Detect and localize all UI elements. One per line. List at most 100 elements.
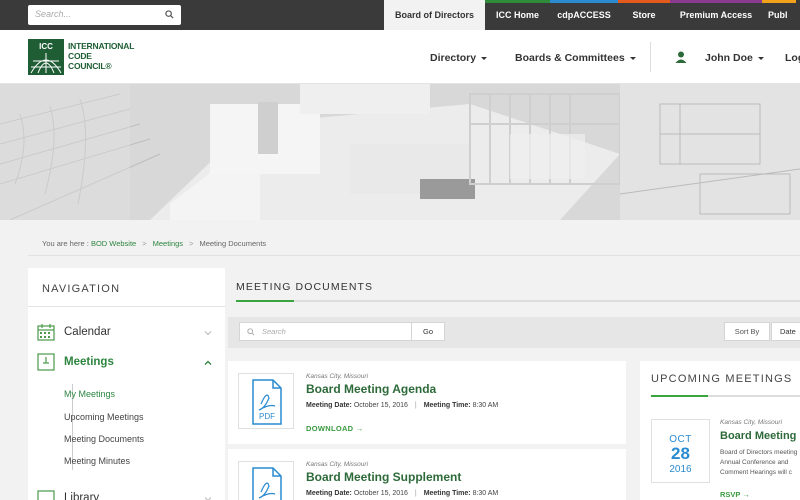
- meta-separator: |: [414, 490, 417, 497]
- breadcrumb-separator: >: [189, 239, 194, 248]
- toplink-board-of-directors[interactable]: Board of Directors: [384, 0, 485, 30]
- meetings-icon: [37, 353, 55, 371]
- toplink-icc-home[interactable]: ICC Home: [485, 0, 550, 30]
- icc-logo-text: INTERNATIONAL CODE COUNCIL®: [68, 41, 134, 71]
- document-title-link[interactable]: Board Meeting Supplement: [306, 470, 461, 484]
- toplink-store[interactable]: Store: [618, 0, 670, 30]
- documents-search-input[interactable]: Search: [239, 322, 412, 341]
- chevron-up-icon[interactable]: [204, 359, 212, 367]
- sort-select[interactable]: Date: [771, 322, 800, 341]
- toplink-label: ICC Home: [495, 10, 539, 20]
- toplink-label: Store: [632, 10, 656, 20]
- global-search-placeholder: Search...: [35, 9, 72, 19]
- chevron-down-icon[interactable]: [204, 495, 212, 500]
- nav-directory[interactable]: Directory: [430, 52, 488, 64]
- toplink-stripe: [485, 0, 550, 3]
- meeting-time-label: Meeting Time:: [423, 490, 471, 497]
- site-header: ICC INTERNATIONAL CODE COUNCIL® Director…: [0, 30, 800, 84]
- toplink-stripe: [384, 0, 485, 3]
- sidebar-subitem-upcoming-meetings[interactable]: Upcoming Meetings: [64, 412, 144, 422]
- event-date-badge: OCT 28 2016: [651, 419, 710, 483]
- documents-search-placeholder: Search: [262, 327, 286, 336]
- sidebar-subitem-meeting-minutes[interactable]: Meeting Minutes: [64, 456, 130, 466]
- toplink-stripe: [670, 0, 762, 3]
- event-title-link[interactable]: Board Meeting: [720, 430, 796, 442]
- logo-mark-text: ICC: [39, 42, 53, 51]
- toplink-label: cdpACCESS: [557, 10, 611, 20]
- toplink-stripe: [618, 0, 670, 3]
- title-underline: [236, 300, 800, 302]
- pdf-icon: PDF: [252, 467, 282, 500]
- breadcrumb-prefix: You are here :: [42, 239, 89, 248]
- sidebar-item-library[interactable]: Library: [64, 492, 99, 500]
- event-description-line: Board of Directors meeting: [720, 449, 798, 456]
- pdf-file-icon[interactable]: PDF: [238, 373, 294, 429]
- event-year: 2016: [669, 464, 692, 475]
- global-search-input[interactable]: Search...: [28, 5, 181, 25]
- document-card: PDF Kansas City, Missouri Board Meeting …: [228, 361, 626, 444]
- meeting-date-value: October 15, 2016: [353, 402, 408, 409]
- event-day: 28: [671, 444, 690, 463]
- breadcrumb-link-bod-website[interactable]: BOD Website: [91, 239, 136, 248]
- toplink-stripe: [550, 0, 618, 3]
- building-model-illustration: [0, 84, 800, 220]
- header-divider: [650, 42, 651, 72]
- document-meta: Meeting Date: October 15, 2016 | Meeting…: [306, 402, 498, 409]
- go-button[interactable]: Go: [412, 322, 445, 341]
- nav-boards-committees[interactable]: Boards & Committees: [515, 52, 636, 64]
- calendar-icon: [37, 324, 55, 341]
- toplink-label: Board of Directors: [394, 10, 474, 20]
- pdf-file-icon[interactable]: PDF: [238, 461, 294, 500]
- download-link[interactable]: DOWNLOAD →: [306, 424, 364, 433]
- upcoming-underline-accent: [651, 395, 708, 397]
- hero-banner-image: [0, 84, 800, 220]
- breadcrumb-link-meetings[interactable]: Meetings: [153, 239, 183, 248]
- toplink-label: Publ: [768, 10, 788, 20]
- user-menu[interactable]: John Doe: [705, 52, 764, 64]
- document-meta: Meeting Date: October 15, 2016 | Meeting…: [306, 490, 498, 497]
- toplink-publications[interactable]: Publ: [762, 0, 796, 30]
- caret-down-icon: [757, 56, 764, 60]
- upcoming-meetings-title: UPCOMING MEETINGS: [651, 373, 793, 385]
- document-card: PDF Kansas City, Missouri Board Meeting …: [228, 449, 626, 500]
- pdf-label: PDF: [259, 412, 275, 421]
- toplink-stripe: [762, 0, 796, 3]
- document-title-link[interactable]: Board Meeting Agenda: [306, 382, 436, 396]
- top-bar: Search... Board of Directors ICC Home cd…: [0, 0, 800, 30]
- breadcrumb: You are here : BOD Website > Meetings > …: [28, 232, 800, 256]
- logout-link[interactable]: Log: [785, 52, 800, 64]
- rsvp-link[interactable]: RSVP →: [720, 490, 750, 499]
- site-links: Board of Directors ICC Home cdpACCESS St…: [384, 0, 796, 30]
- event-description: Board of Directors meeting Annual Confer…: [720, 448, 800, 478]
- search-icon[interactable]: [165, 10, 174, 19]
- caret-down-icon: [629, 56, 636, 60]
- breadcrumb-current: Meeting Documents: [199, 239, 267, 248]
- chevron-down-icon[interactable]: [204, 329, 212, 337]
- sidebar-subitem-meeting-documents[interactable]: Meeting Documents: [64, 434, 144, 444]
- user-icon: [675, 51, 687, 63]
- sidebar-item-meetings[interactable]: Meetings: [64, 356, 114, 368]
- event-description-line: Annual Conference and: [720, 459, 789, 466]
- document-location: Kansas City, Missouri: [306, 373, 369, 380]
- toplink-cdpaccess[interactable]: cdpACCESS: [550, 0, 618, 30]
- caret-down-icon: [481, 56, 488, 60]
- meeting-time-value: 8:30 AM: [472, 402, 499, 409]
- sort-by-label: Sort By: [724, 322, 770, 341]
- library-icon: [37, 490, 55, 500]
- icc-logo-mark[interactable]: ICC: [28, 39, 64, 75]
- event-description-line: Comment Hearings will c: [720, 469, 792, 476]
- sidebar-item-calendar[interactable]: Calendar: [64, 326, 111, 338]
- logo-line: CODE: [68, 51, 92, 61]
- logo-line: INTERNATIONAL: [68, 41, 135, 51]
- sidebar-title: NAVIGATION: [42, 283, 121, 295]
- user-name: John Doe: [705, 52, 753, 64]
- sidebar-navigation: NAVIGATION Calendar Meetings My Meetings…: [28, 268, 225, 500]
- logo-line: COUNCIL®: [68, 61, 112, 71]
- toplink-premium-access[interactable]: Premium Access: [670, 0, 762, 30]
- meeting-date-value: October 15, 2016: [353, 490, 408, 497]
- meeting-time-value: 8:30 AM: [472, 490, 499, 497]
- meeting-time-label: Meeting Time:: [423, 402, 471, 409]
- meta-separator: |: [414, 402, 417, 409]
- document-location: Kansas City, Missouri: [306, 461, 369, 468]
- sidebar-subitem-my-meetings[interactable]: My Meetings: [64, 389, 115, 399]
